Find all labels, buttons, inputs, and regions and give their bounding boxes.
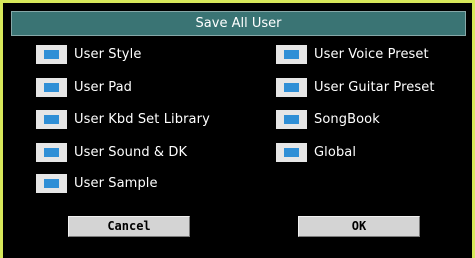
option-label: User Kbd Set Library — [74, 111, 210, 127]
option-label: User Sound & DK — [74, 144, 188, 160]
option-user-pad[interactable]: User Pad — [36, 76, 132, 98]
global-checkbox[interactable] — [276, 142, 307, 162]
checked-mark-icon — [284, 114, 299, 124]
user-sound-dk-checkbox[interactable] — [36, 142, 67, 162]
ok-button[interactable]: OK — [298, 216, 420, 237]
user-kbd-set-library-checkbox[interactable] — [36, 109, 67, 129]
option-user-voice-preset[interactable]: User Voice Preset — [276, 43, 429, 65]
user-style-checkbox[interactable] — [36, 44, 67, 64]
user-pad-checkbox[interactable] — [36, 77, 67, 97]
cancel-button[interactable]: Cancel — [68, 216, 190, 237]
option-user-guitar-preset[interactable]: User Guitar Preset — [276, 76, 435, 98]
checked-mark-icon — [44, 114, 59, 124]
option-label: SongBook — [314, 111, 380, 127]
user-guitar-preset-checkbox[interactable] — [276, 77, 307, 97]
save-all-user-dialog: Save All User User Style User Pad User K… — [3, 3, 472, 258]
option-label: User Sample — [74, 175, 158, 191]
option-label: User Pad — [74, 79, 133, 95]
checked-mark-icon — [44, 147, 59, 157]
user-sample-checkbox[interactable] — [36, 173, 67, 193]
checked-mark-icon — [284, 49, 299, 59]
option-global[interactable]: Global — [276, 141, 356, 163]
option-label: User Style — [74, 46, 142, 62]
checked-mark-icon — [284, 82, 299, 92]
option-label: User Voice Preset — [314, 46, 429, 62]
option-user-style[interactable]: User Style — [36, 43, 141, 65]
checked-mark-icon — [44, 82, 59, 92]
songbook-checkbox[interactable] — [276, 109, 307, 129]
checked-mark-icon — [284, 147, 299, 157]
checked-mark-icon — [44, 49, 59, 59]
dialog-title: Save All User — [11, 11, 466, 36]
option-user-sound-dk[interactable]: User Sound & DK — [36, 141, 187, 163]
user-voice-preset-checkbox[interactable] — [276, 44, 307, 64]
checked-mark-icon — [44, 178, 59, 188]
option-label: User Guitar Preset — [314, 79, 435, 95]
option-songbook[interactable]: SongBook — [276, 108, 380, 130]
option-user-kbd-set-library[interactable]: User Kbd Set Library — [36, 108, 210, 130]
option-label: Global — [314, 144, 357, 160]
option-user-sample[interactable]: User Sample — [36, 172, 158, 194]
